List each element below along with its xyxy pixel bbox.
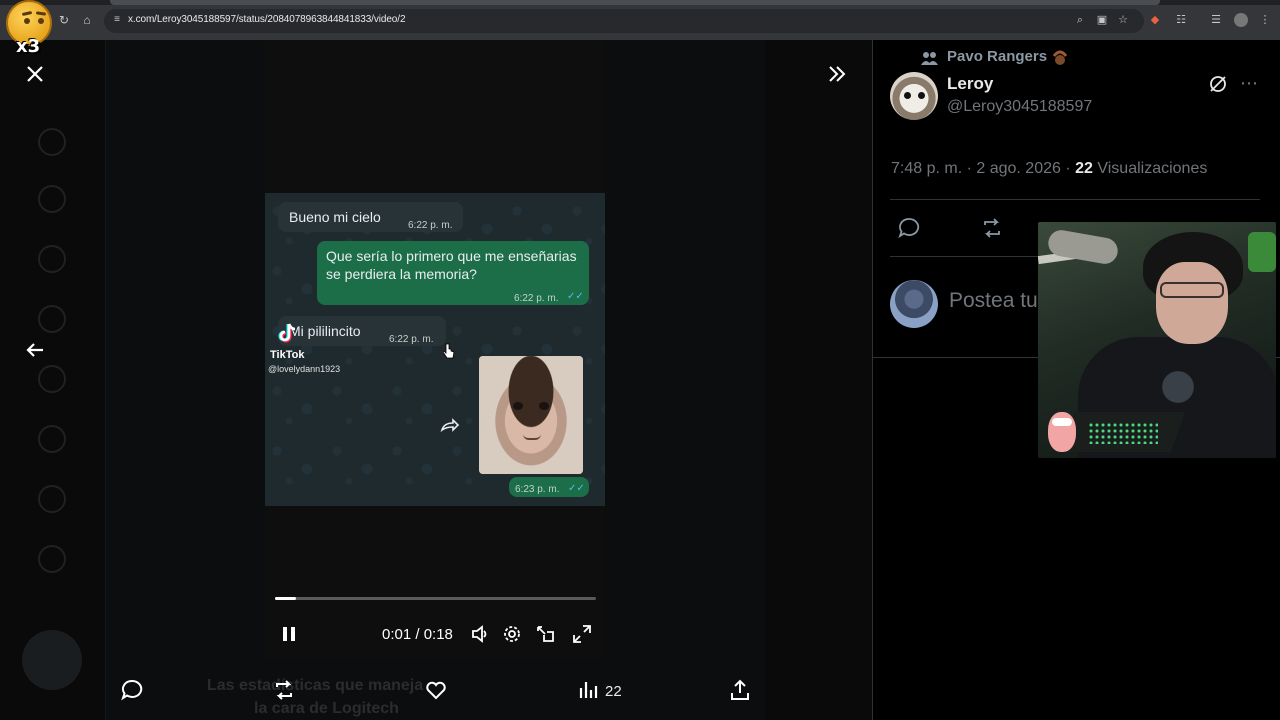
chat-message-time: 6:23 p. m. bbox=[515, 484, 560, 495]
hand-cursor-icon bbox=[443, 343, 455, 359]
bookmark-star-icon[interactable]: ☆ bbox=[1116, 13, 1130, 27]
plush-eyes bbox=[1052, 418, 1072, 426]
share-icon[interactable] bbox=[728, 678, 752, 702]
messages-nav-icon bbox=[38, 305, 66, 333]
chat-bubble-outgoing: Que sería lo primero que me enseñarias s… bbox=[317, 241, 589, 305]
tiktok-watermark-handle: @lovelydann1923 bbox=[268, 364, 341, 374]
reading-list-icon[interactable]: ☰ bbox=[1209, 13, 1223, 27]
extension-fox-icon[interactable]: ◆ bbox=[1148, 13, 1162, 27]
author-avatar[interactable] bbox=[890, 72, 938, 120]
monkey-eye bbox=[513, 402, 523, 410]
current-user-avatar bbox=[890, 280, 938, 328]
emoji-brow bbox=[35, 11, 47, 16]
menu-kebab-icon[interactable]: ⋮ bbox=[1258, 13, 1272, 27]
communities-nav-icon bbox=[38, 425, 66, 453]
fullscreen-icon[interactable] bbox=[572, 624, 592, 644]
grok-icon[interactable] bbox=[1208, 74, 1228, 94]
arrow-left-icon[interactable] bbox=[24, 339, 46, 361]
like-heart-icon[interactable] bbox=[424, 678, 448, 702]
monkey-eye bbox=[539, 402, 549, 410]
green-object bbox=[1248, 232, 1276, 272]
video-time: 0:01 / 0:18 bbox=[382, 626, 453, 643]
chat-bubble-incoming: Bueno mi cielo 6:22 p. m. bbox=[278, 202, 463, 232]
emoji-eye bbox=[38, 18, 44, 24]
avatar-eye bbox=[904, 92, 911, 99]
streamer-face bbox=[1156, 262, 1228, 344]
monkey-sticker-image bbox=[479, 356, 583, 474]
explore-nav-icon bbox=[38, 185, 66, 213]
video-progress-bar[interactable] bbox=[275, 597, 596, 600]
chevrons-right-icon[interactable] bbox=[825, 62, 849, 86]
zoom-icon[interactable]: ⌕ bbox=[1073, 13, 1087, 27]
notifications-nav-icon bbox=[38, 245, 66, 273]
extensions-puzzle-icon[interactable]: ☷ bbox=[1174, 13, 1188, 27]
avatar-eye bbox=[918, 92, 925, 99]
views-analytics-icon[interactable] bbox=[577, 678, 601, 702]
streamer-webcam-overlay bbox=[1038, 222, 1276, 458]
chat-message-text: Que sería lo primero que me enseñarias s… bbox=[326, 248, 577, 282]
browser-tab-strip bbox=[110, 0, 1160, 5]
compose-post-button bbox=[22, 630, 82, 690]
profile-avatar[interactable] bbox=[1234, 13, 1248, 27]
divider bbox=[890, 199, 1260, 200]
monkey-face bbox=[479, 356, 583, 474]
tweet-timestamp[interactable]: 7:48 p. m. · 2 ago. 2026 · bbox=[891, 160, 1075, 177]
chat-bubble-incoming: Mi pililincito 6:22 p. m. bbox=[278, 316, 446, 346]
reply-icon[interactable] bbox=[120, 678, 144, 702]
chat-message-text: Mi pililincito bbox=[289, 323, 361, 339]
keyboard-rgb-keys bbox=[1088, 422, 1158, 444]
close-icon[interactable] bbox=[24, 63, 46, 85]
pause-icon[interactable] bbox=[279, 624, 299, 644]
community-name[interactable]: Pavo Rangers bbox=[947, 48, 1047, 65]
site-info-icon[interactable]: ≡ bbox=[110, 13, 124, 27]
tweet-views-label: Visualizaciones bbox=[1092, 160, 1208, 177]
turkey-emoji-icon bbox=[1052, 50, 1068, 65]
views-count: 22 bbox=[605, 683, 622, 700]
browser-chrome: ↻ ⌂ ≡ x.com/Leroy3045188597/status/20840… bbox=[0, 0, 1280, 40]
cast-icon[interactable]: ▣ bbox=[1095, 13, 1109, 27]
author-name[interactable]: Leroy bbox=[947, 74, 993, 94]
reload-icon[interactable]: ↻ bbox=[57, 13, 71, 27]
tweet-views-count: 22 bbox=[1075, 160, 1093, 177]
grok-nav-icon bbox=[38, 365, 66, 393]
settings-gear-icon[interactable] bbox=[502, 624, 522, 644]
address-url[interactable]: x.com/Leroy3045188597/status/20840789638… bbox=[128, 14, 406, 25]
streamer-glasses bbox=[1160, 282, 1224, 298]
emoji-eye bbox=[24, 18, 30, 24]
emoji-multiplier: x3 bbox=[16, 36, 41, 57]
dim-background-text: la cara de Logitech bbox=[254, 700, 399, 717]
shirt-print bbox=[1148, 362, 1208, 412]
volume-icon[interactable] bbox=[470, 624, 490, 644]
repost-icon[interactable] bbox=[980, 216, 1004, 240]
chat-message-time: 6:22 p. m. bbox=[408, 220, 453, 231]
author-handle[interactable]: @Leroy3045188597 bbox=[947, 98, 1092, 116]
chat-message-text: Bueno mi cielo bbox=[289, 209, 381, 225]
dim-background-text: Las estadísticas que maneja bbox=[207, 677, 424, 694]
profile-nav-icon bbox=[38, 485, 66, 513]
repost-icon[interactable] bbox=[272, 678, 296, 702]
double-check-icon: ✓✓ bbox=[568, 483, 585, 494]
emoji-brow bbox=[21, 10, 33, 17]
tiktok-watermark-name: TikTok bbox=[270, 349, 305, 361]
video-progress-fill bbox=[275, 597, 297, 600]
double-check-icon: ✓✓ bbox=[567, 291, 584, 302]
more-options-icon[interactable]: ⋯ bbox=[1240, 74, 1260, 94]
chat-sticker-time-badge: 6:23 p. m. ✓✓ bbox=[509, 477, 589, 497]
chat-message-time: 6:22 p. m. bbox=[514, 293, 559, 304]
home-nav-icon bbox=[38, 128, 66, 156]
tiktok-logo-icon bbox=[278, 323, 296, 343]
community-people-icon bbox=[921, 52, 938, 65]
home-icon[interactable]: ⌂ bbox=[80, 13, 94, 27]
more-nav-icon bbox=[38, 545, 66, 573]
reply-icon[interactable] bbox=[897, 216, 921, 240]
tweet-metadata: 7:48 p. m. · 2 ago. 2026 · 22 Visualizac… bbox=[891, 160, 1207, 178]
forward-message-icon bbox=[440, 418, 460, 433]
chat-message-time: 6:22 p. m. bbox=[389, 334, 434, 345]
picture-in-picture-icon[interactable] bbox=[535, 624, 555, 644]
